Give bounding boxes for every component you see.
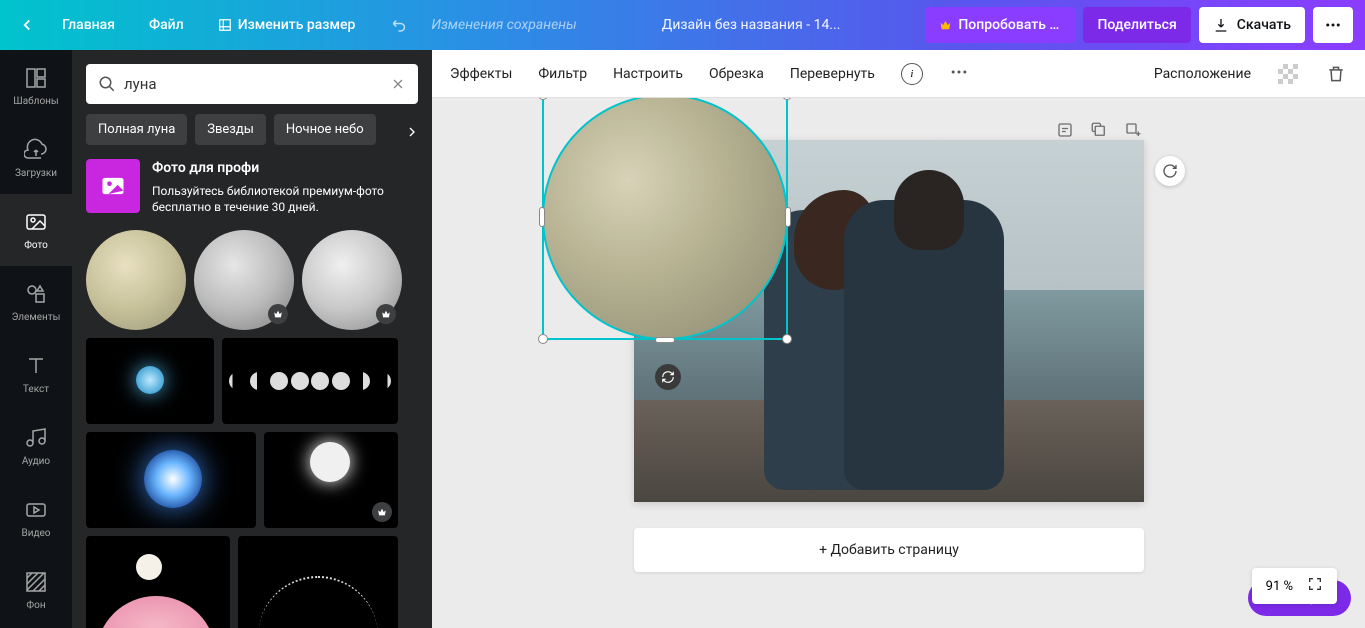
resize-handle[interactable] [538, 334, 548, 344]
add-page-button[interactable]: + Добавить страницу [634, 528, 1144, 572]
background-label: Фон [26, 600, 45, 611]
premium-badge [268, 304, 288, 324]
file-button[interactable]: Файл [135, 0, 198, 50]
promo-text-block: Фото для профи Пользуйтесь библиотекой п… [152, 159, 418, 216]
design-title[interactable]: Дизайн без названия - 14... [577, 17, 926, 33]
undo-button[interactable] [385, 16, 415, 34]
resize-edge[interactable] [655, 337, 675, 343]
resize-button[interactable]: Изменить размер [204, 0, 370, 50]
page-duplicate-button[interactable] [1089, 120, 1109, 140]
fullscreen-button[interactable] [1307, 576, 1323, 596]
resize-edge[interactable] [539, 207, 545, 227]
photo-result[interactable] [86, 338, 214, 424]
templates-label: Шаблоны [13, 96, 58, 107]
premium-badge [376, 304, 396, 324]
tool-flip[interactable]: Перевернуть [790, 66, 875, 82]
tool-adjust[interactable]: Настроить [613, 66, 683, 82]
photo-icon [24, 210, 48, 234]
search-input[interactable] [124, 75, 382, 93]
home-label: Главная [62, 17, 115, 33]
page-add-button[interactable] [1123, 120, 1143, 140]
photo-label: Фото [24, 240, 48, 251]
sidebar-item-elements[interactable]: Элементы [0, 266, 72, 338]
resize-handle[interactable] [538, 98, 548, 100]
photo-result[interactable] [86, 432, 256, 528]
delete-button[interactable] [1325, 63, 1347, 85]
back-button[interactable] [12, 10, 42, 40]
premium-badge [372, 502, 392, 522]
templates-icon [24, 66, 48, 90]
sidebar-item-audio[interactable]: Аудио [0, 410, 72, 482]
audio-label: Аудио [22, 456, 50, 467]
search-box[interactable] [86, 64, 418, 104]
promo-card[interactable]: Фото для профи Пользуйтесь библиотекой п… [86, 159, 418, 216]
download-button[interactable]: Скачать [1199, 7, 1305, 43]
text-label: Текст [23, 384, 49, 395]
uploads-icon [24, 138, 48, 162]
sidebar-item-text[interactable]: Текст [0, 338, 72, 410]
home-button[interactable]: Главная [48, 0, 129, 50]
file-label: Файл [149, 17, 184, 33]
transparency-button[interactable] [1277, 63, 1299, 85]
chip-full-moon[interactable]: Полная луна [86, 114, 187, 145]
photo-result[interactable] [86, 536, 230, 628]
zoom-bar: 91 % [1252, 568, 1337, 604]
elements-label: Элементы [12, 312, 61, 323]
uploads-label: Загрузки [15, 168, 57, 179]
tool-crop[interactable]: Обрезка [709, 66, 764, 82]
try-pro-label: Попробовать С... [958, 17, 1061, 33]
tool-effects[interactable]: Эффекты [450, 66, 512, 82]
toolbar-more-button[interactable] [949, 62, 969, 86]
save-status: Изменения сохранены [431, 17, 576, 33]
clear-icon[interactable] [390, 76, 406, 92]
animate-button[interactable] [1155, 156, 1185, 186]
sidebar-item-photo[interactable]: Фото [0, 194, 72, 266]
elements-icon [24, 282, 48, 306]
promo-icon [86, 159, 140, 213]
video-icon [24, 498, 48, 522]
video-label: Видео [21, 528, 50, 539]
photo-result[interactable] [194, 230, 294, 330]
resize-handle[interactable] [782, 334, 792, 344]
background-icon [24, 570, 48, 594]
audio-icon [24, 426, 48, 450]
try-pro-button[interactable]: Попробовать С... [925, 7, 1075, 43]
resize-handle[interactable] [782, 98, 792, 100]
chips-next-button[interactable] [392, 114, 432, 150]
sidebar-item-templates[interactable]: Шаблоны [0, 50, 72, 122]
promo-desc: Пользуйтесь библиотекой премиум-фото бес… [152, 183, 418, 217]
promo-title: Фото для профи [152, 159, 418, 179]
resize-label: Изменить размер [238, 17, 356, 33]
text-icon [24, 354, 48, 378]
photo-result[interactable] [264, 432, 398, 528]
photo-result[interactable] [302, 230, 402, 330]
add-page-label: + Добавить страницу [819, 542, 959, 558]
sidebar-item-background[interactable]: Фон [0, 554, 72, 626]
share-button[interactable]: Поделиться [1083, 7, 1190, 43]
page-comment-button[interactable] [1055, 120, 1075, 140]
photo-result[interactable] [86, 230, 186, 330]
share-label: Поделиться [1097, 17, 1176, 33]
resize-edge[interactable] [785, 207, 791, 227]
rotate-button[interactable] [655, 364, 681, 390]
zoom-value[interactable]: 91 % [1266, 579, 1293, 594]
photo-result[interactable] [238, 536, 398, 628]
info-button[interactable]: i [901, 63, 923, 85]
download-label: Скачать [1237, 17, 1291, 33]
photo-result[interactable] [222, 338, 398, 424]
more-button[interactable] [1313, 7, 1353, 43]
search-icon [98, 75, 116, 93]
chip-night-sky[interactable]: Ночное небо [274, 114, 376, 145]
sidebar-item-video[interactable]: Видео [0, 482, 72, 554]
chip-stars[interactable]: Звезды [195, 114, 266, 145]
tool-position[interactable]: Расположение [1154, 66, 1251, 82]
tool-filter[interactable]: Фильтр [538, 66, 587, 82]
sidebar-item-uploads[interactable]: Загрузки [0, 122, 72, 194]
selection-box[interactable] [542, 98, 788, 340]
